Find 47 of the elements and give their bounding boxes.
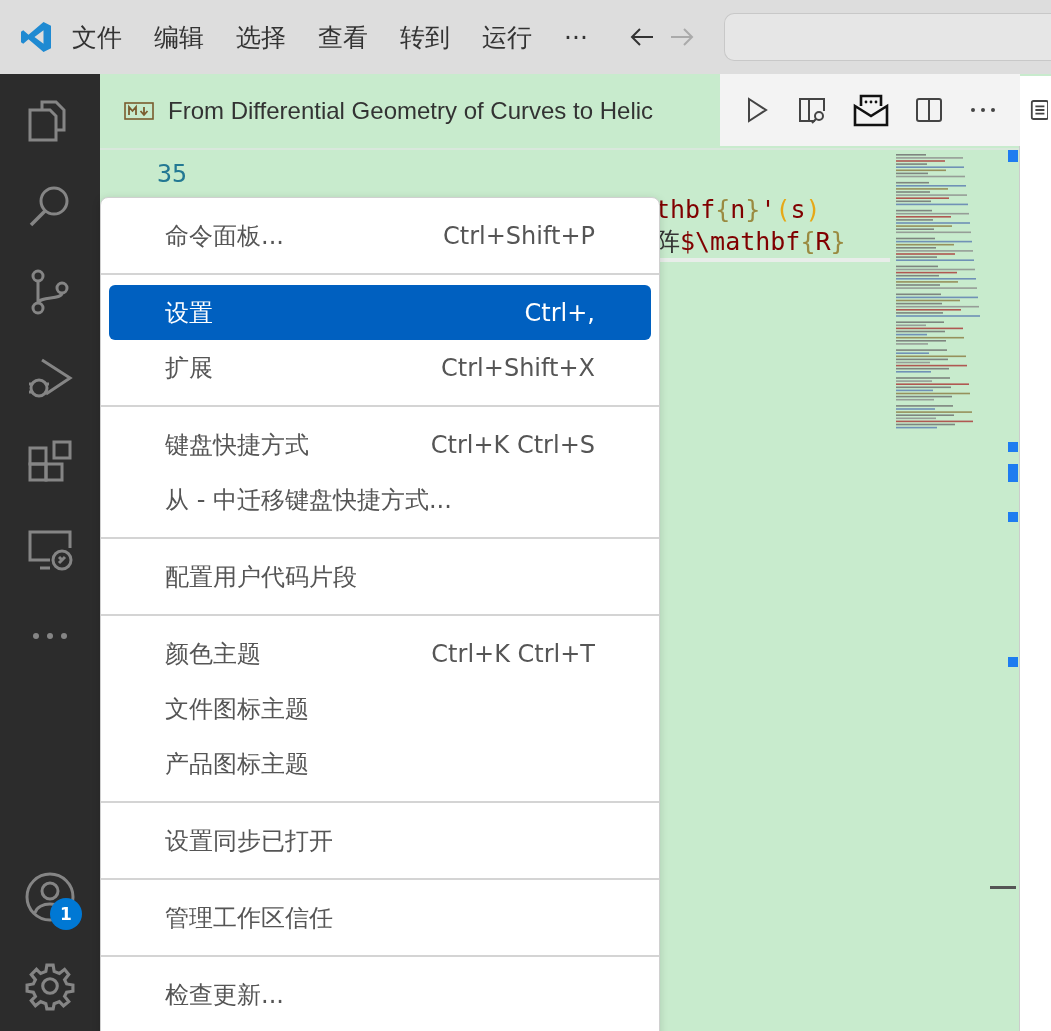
menu-bar-item[interactable]: 文件 <box>72 20 122 54</box>
shortcut-label: Ctrl+K Ctrl+T <box>431 639 595 668</box>
menu-item[interactable]: 检查更新... <box>109 967 651 1022</box>
app-logo-icon <box>18 19 54 55</box>
menu-item-label: 配置用户代码片段 <box>165 561 357 593</box>
line-number: 35 <box>157 158 189 190</box>
menu-item-label: 管理工作区信任 <box>165 902 333 934</box>
menu-bar-item[interactable]: 转到 <box>400 20 450 54</box>
menu-item-label: 键盘快捷方式 <box>165 429 309 461</box>
envelope-icon[interactable] <box>853 93 889 127</box>
menu-item-label: 从 - 中迁移键盘快捷方式... <box>165 484 452 516</box>
open-preview-icon[interactable] <box>797 96 827 124</box>
markdown-icon <box>124 102 154 120</box>
tab-title[interactable]: From Differential Geometry of Curves to Helic <box>168 97 654 125</box>
menu-item[interactable]: 设置 Ctrl+, <box>109 285 651 340</box>
menu-bar-item[interactable]: 编辑 <box>154 20 204 54</box>
menu-item[interactable]: 管理工作区信任 <box>109 890 651 945</box>
notification-badge: 1 <box>50 898 82 930</box>
menu-item[interactable]: 颜色主题 Ctrl+K Ctrl+T <box>109 626 651 681</box>
search-field[interactable] <box>723 13 1051 61</box>
menu-item[interactable]: 扩展 Ctrl+Shift+X <box>109 340 651 395</box>
scrollbar-thumb[interactable] <box>990 886 1016 889</box>
menu-item-label: 设置同步已打开 <box>165 825 333 857</box>
menu-item-label: 文件图标主题 <box>165 693 309 725</box>
shortcut-label: Ctrl+K Ctrl+S <box>430 430 595 459</box>
menu-item-label: 产品图标主题 <box>165 748 309 780</box>
menu-bar-item[interactable]: 查看 <box>318 20 368 54</box>
menu-item-label: 颜色主题 <box>165 638 261 670</box>
menu-item[interactable]: 文件图标主题 <box>109 681 651 736</box>
menu-item[interactable]: 键盘快捷方式 Ctrl+K Ctrl+S <box>109 417 651 472</box>
menu-item-label: 设置 <box>165 297 213 329</box>
menu-bar-item[interactable]: 选择 <box>236 20 286 54</box>
menu-item-label: 检查更新... <box>165 979 284 1011</box>
menu-item-label: 扩展 <box>165 352 213 384</box>
more-menu-button[interactable]: ··· <box>564 22 588 52</box>
menu-item[interactable]: 配置用户代码片段 <box>109 549 651 604</box>
menu-bar-item[interactable]: 运行 <box>482 20 532 54</box>
shortcut-label: Ctrl+, <box>524 298 595 327</box>
more-actions-icon[interactable] <box>969 106 997 114</box>
settings-icon[interactable] <box>25 961 75 1011</box>
split-editor-icon[interactable] <box>915 96 943 124</box>
preview-icon[interactable] <box>1030 98 1048 122</box>
shortcut-label: Ctrl+Shift+X <box>441 353 595 382</box>
code-line: thbf{n}'(s) <box>654 194 822 226</box>
menu-item[interactable]: 产品图标主题 <box>109 736 651 791</box>
menu-item[interactable]: 从 - 中迁移键盘快捷方式... <box>109 472 651 527</box>
menu-item[interactable]: 设置同步已打开 <box>109 813 651 868</box>
